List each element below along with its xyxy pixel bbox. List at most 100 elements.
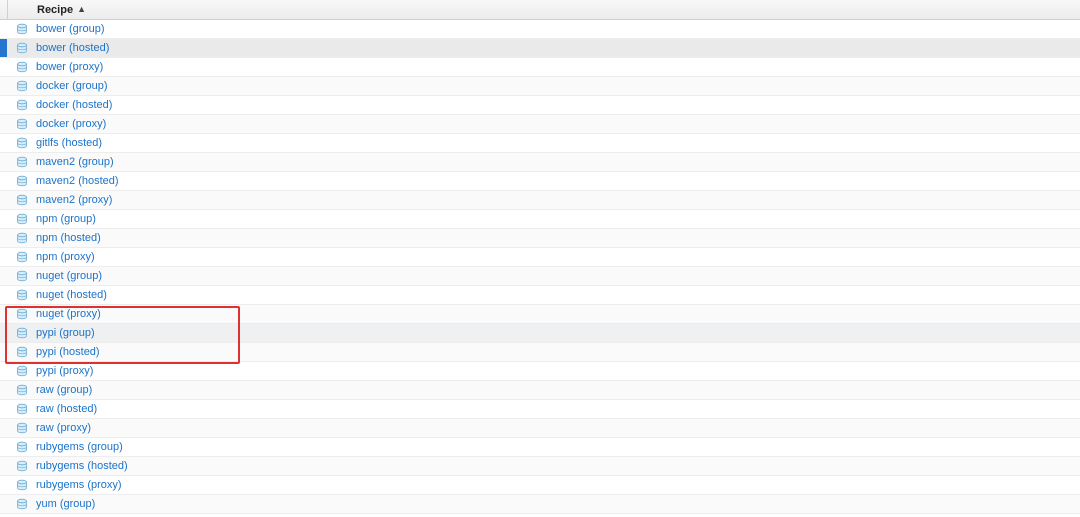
table-row[interactable]: bower (hosted) xyxy=(0,39,1080,58)
row-icon-cell xyxy=(7,289,36,301)
row-label: nuget (hosted) xyxy=(36,289,1080,301)
grid-header[interactable]: Recipe ▲ xyxy=(0,0,1080,20)
table-row[interactable]: rubygems (proxy) xyxy=(0,476,1080,495)
row-icon-cell xyxy=(7,327,36,339)
table-row[interactable]: pypi (hosted) xyxy=(0,343,1080,362)
row-label: docker (group) xyxy=(36,80,1080,92)
database-icon xyxy=(16,232,28,244)
column-header-label: Recipe xyxy=(37,4,73,16)
row-selection-marker xyxy=(0,153,7,171)
table-row[interactable]: pypi (group) xyxy=(0,324,1080,343)
row-icon-cell xyxy=(7,308,36,320)
row-label: npm (proxy) xyxy=(36,251,1080,263)
table-row[interactable]: raw (group) xyxy=(0,381,1080,400)
database-icon xyxy=(16,23,28,35)
database-icon xyxy=(16,61,28,73)
row-label: pypi (group) xyxy=(36,327,1080,339)
table-row[interactable]: raw (hosted) xyxy=(0,400,1080,419)
column-header-recipe[interactable]: Recipe ▲ xyxy=(8,4,86,16)
database-icon xyxy=(16,384,28,396)
table-row[interactable]: nuget (hosted) xyxy=(0,286,1080,305)
row-selection-marker xyxy=(0,267,7,285)
row-icon-cell xyxy=(7,194,36,206)
row-icon-cell xyxy=(7,80,36,92)
row-selection-marker xyxy=(0,191,7,209)
database-icon xyxy=(16,346,28,358)
database-icon xyxy=(16,251,28,263)
table-row[interactable]: rubygems (group) xyxy=(0,438,1080,457)
row-label: raw (hosted) xyxy=(36,403,1080,415)
table-row[interactable]: yum (group) xyxy=(0,495,1080,514)
row-selection-marker xyxy=(0,286,7,304)
row-label: docker (hosted) xyxy=(36,99,1080,111)
row-label: maven2 (proxy) xyxy=(36,194,1080,206)
row-selection-marker xyxy=(0,248,7,266)
row-selection-marker xyxy=(0,172,7,190)
row-label: pypi (proxy) xyxy=(36,365,1080,377)
table-row[interactable]: maven2 (hosted) xyxy=(0,172,1080,191)
row-selection-marker xyxy=(0,77,7,95)
row-icon-cell xyxy=(7,270,36,282)
table-row[interactable]: rubygems (hosted) xyxy=(0,457,1080,476)
row-icon-cell xyxy=(7,118,36,130)
row-icon-cell xyxy=(7,441,36,453)
row-label: raw (proxy) xyxy=(36,422,1080,434)
table-row[interactable]: nuget (group) xyxy=(0,267,1080,286)
table-row[interactable]: docker (group) xyxy=(0,77,1080,96)
table-row[interactable]: maven2 (proxy) xyxy=(0,191,1080,210)
row-icon-cell xyxy=(7,460,36,472)
table-row[interactable]: pypi (proxy) xyxy=(0,362,1080,381)
database-icon xyxy=(16,194,28,206)
row-label: yum (group) xyxy=(36,498,1080,510)
row-icon-cell xyxy=(7,137,36,149)
table-row[interactable]: raw (proxy) xyxy=(0,419,1080,438)
database-icon xyxy=(16,422,28,434)
row-label: bower (group) xyxy=(36,23,1080,35)
table-row[interactable]: npm (group) xyxy=(0,210,1080,229)
row-icon-cell xyxy=(7,251,36,263)
row-label: gitlfs (hosted) xyxy=(36,137,1080,149)
row-icon-cell xyxy=(7,422,36,434)
row-selection-marker xyxy=(0,476,7,494)
row-icon-cell xyxy=(7,479,36,491)
row-label: nuget (group) xyxy=(36,270,1080,282)
table-row[interactable]: npm (proxy) xyxy=(0,248,1080,267)
row-selection-marker xyxy=(0,400,7,418)
row-icon-cell xyxy=(7,365,36,377)
row-selection-marker xyxy=(0,457,7,475)
row-label: npm (group) xyxy=(36,213,1080,225)
table-row[interactable]: nuget (proxy) xyxy=(0,305,1080,324)
database-icon xyxy=(16,270,28,282)
row-label: bower (proxy) xyxy=(36,61,1080,73)
row-label: maven2 (group) xyxy=(36,156,1080,168)
table-row[interactable]: gitlfs (hosted) xyxy=(0,134,1080,153)
table-row[interactable]: bower (group) xyxy=(0,20,1080,39)
table-row[interactable]: npm (hosted) xyxy=(0,229,1080,248)
database-icon xyxy=(16,42,28,54)
row-selection-marker xyxy=(0,39,7,57)
database-icon xyxy=(16,460,28,472)
database-icon xyxy=(16,403,28,415)
row-label: pypi (hosted) xyxy=(36,346,1080,358)
row-selection-marker xyxy=(0,134,7,152)
table-row[interactable]: bower (proxy) xyxy=(0,58,1080,77)
row-label: bower (hosted) xyxy=(36,42,1080,54)
row-icon-cell xyxy=(7,232,36,244)
row-selection-marker xyxy=(0,210,7,228)
recipe-grid: Recipe ▲ bower (group) bower (hosted) bo… xyxy=(0,0,1080,517)
row-selection-marker xyxy=(0,324,7,342)
table-row[interactable]: docker (hosted) xyxy=(0,96,1080,115)
row-icon-cell xyxy=(7,42,36,54)
row-label: npm (hosted) xyxy=(36,232,1080,244)
row-label: maven2 (hosted) xyxy=(36,175,1080,187)
row-selection-marker xyxy=(0,305,7,323)
database-icon xyxy=(16,99,28,111)
row-icon-cell xyxy=(7,175,36,187)
row-icon-cell xyxy=(7,156,36,168)
database-icon xyxy=(16,289,28,301)
database-icon xyxy=(16,441,28,453)
database-icon xyxy=(16,498,28,510)
database-icon xyxy=(16,175,28,187)
table-row[interactable]: maven2 (group) xyxy=(0,153,1080,172)
table-row[interactable]: docker (proxy) xyxy=(0,115,1080,134)
